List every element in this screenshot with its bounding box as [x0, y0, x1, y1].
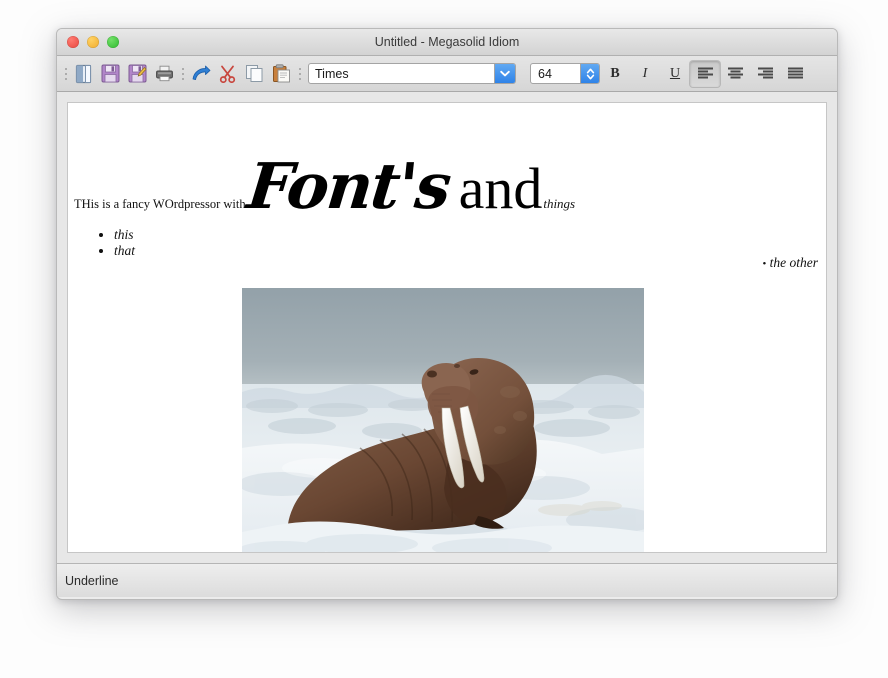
status-message: Underline: [65, 574, 119, 588]
italic-button[interactable]: I: [630, 61, 660, 87]
font-family-value: Times: [309, 67, 494, 81]
walrus-photo[interactable]: [242, 288, 644, 553]
italic-label: I: [643, 66, 648, 82]
font-size-stepper[interactable]: [580, 64, 599, 83]
toolbar-grip-3: [295, 63, 304, 85]
font-size-spinbox[interactable]: 64: [530, 63, 600, 84]
align-left-icon: [697, 67, 714, 81]
save-as-icon: [128, 64, 147, 83]
align-center-button[interactable]: [720, 61, 750, 87]
copy-button[interactable]: [241, 61, 268, 87]
underline-button[interactable]: U: [660, 61, 690, 87]
walrus-photo-image: [242, 288, 644, 553]
print-icon: [155, 65, 174, 82]
headline-paragraph: THis is a fancy WOrdpressor with Font's …: [74, 158, 816, 215]
redo-icon: [191, 65, 211, 82]
paste-icon: [272, 64, 291, 83]
align-right-button[interactable]: [750, 61, 780, 87]
cut-icon: [218, 65, 237, 83]
headline-script-word: Font's: [243, 158, 454, 215]
status-bar: Underline: [57, 563, 837, 597]
bold-button[interactable]: B: [600, 61, 630, 87]
underline-label: U: [670, 66, 680, 82]
save-as-button[interactable]: [124, 61, 151, 87]
bullet-dot-icon: •: [762, 258, 766, 270]
headline-big-word: and: [459, 163, 543, 215]
toolbar: Times 64 B: [57, 56, 837, 92]
title-bar: Untitled - Megasolid Idiom: [57, 29, 837, 56]
bold-label: B: [610, 66, 619, 82]
align-justify-icon: [787, 67, 804, 81]
list-item: this: [114, 227, 135, 243]
font-size-value: 64: [531, 67, 580, 81]
new-document-button[interactable]: [70, 61, 97, 87]
font-family-combobox[interactable]: Times: [308, 63, 516, 84]
align-center-icon: [727, 67, 744, 81]
application-window: Untitled - Megasolid Idiom: [56, 28, 838, 600]
headline-lead-text: THis is a fancy WOrdpressor with: [74, 198, 246, 211]
toolbar-grip: [61, 63, 70, 85]
bullet-list-left: this that: [98, 227, 135, 259]
chevron-down-icon: [500, 70, 510, 77]
list-item: the other: [770, 255, 818, 270]
align-justify-button[interactable]: [780, 61, 810, 87]
new-document-icon: [75, 64, 93, 84]
paste-button[interactable]: [268, 61, 295, 87]
bullet-list-right: • the other: [762, 255, 818, 271]
document-scroll-area[interactable]: THis is a fancy WOrdpressor with Font's …: [57, 92, 837, 563]
align-left-button[interactable]: [690, 61, 720, 87]
list-item: that: [114, 243, 135, 259]
redo-button[interactable]: [187, 61, 214, 87]
document-page[interactable]: THis is a fancy WOrdpressor with Font's …: [67, 102, 827, 553]
window-title: Untitled - Megasolid Idiom: [57, 29, 837, 55]
print-button[interactable]: [151, 61, 178, 87]
toolbar-grip-2: [178, 63, 187, 85]
save-button[interactable]: [97, 61, 124, 87]
stepper-up-down-icon: [586, 67, 595, 81]
save-icon: [101, 64, 120, 83]
headline-small-word: things: [543, 196, 575, 212]
align-right-icon: [757, 67, 774, 81]
copy-icon: [245, 64, 264, 83]
cut-button[interactable]: [214, 61, 241, 87]
font-family-dropdown-button[interactable]: [494, 64, 515, 83]
screen: Untitled - Megasolid Idiom: [0, 0, 888, 678]
